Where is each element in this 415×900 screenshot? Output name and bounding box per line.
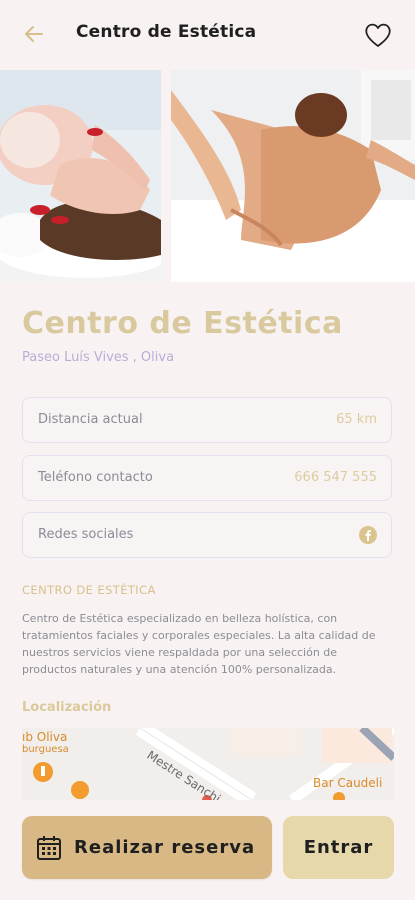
facial-treatment-photo[interactable] [0, 70, 161, 282]
map-place-caudeli: Bar Caudeli [313, 776, 383, 790]
social-label: Redes sociales [38, 527, 134, 542]
location-map[interactable]: ıb Oliva burguesa Mestre Sanchi Bar Caud… [22, 728, 394, 800]
center-address: Paseo Luís Vives , Oliva [22, 350, 175, 365]
reserve-button-label: Realizar reserva [74, 837, 256, 858]
map-place-oliva-sub: burguesa [22, 744, 69, 755]
about-text: Centro de Estética especializado en bell… [22, 612, 376, 676]
center-name: Centro de Estética [22, 306, 343, 341]
phone-card[interactable]: Teléfono contacto 666 547 555 [22, 455, 392, 501]
app-header: Centro de Estética [0, 0, 415, 70]
back-arrow-icon[interactable] [22, 22, 46, 46]
about-heading: CENTRO DE ESTÉTICA [22, 583, 156, 597]
massage-photo[interactable] [171, 70, 415, 282]
distance-label: Distancia actual [38, 412, 143, 427]
calendar-icon [37, 835, 61, 860]
photo-gallery[interactable] [0, 70, 415, 282]
header-title: Centro de Estética [76, 22, 257, 42]
social-card: Redes sociales [22, 512, 392, 558]
facebook-icon[interactable] [359, 526, 377, 544]
enter-button-label: Entrar [303, 837, 374, 858]
map-place-oliva: ıb Oliva [22, 730, 68, 744]
location-heading: Localización [22, 700, 112, 715]
distance-card: Distancia actual 65 km [22, 397, 392, 443]
distance-value: 65 km [336, 412, 377, 427]
phone-value[interactable]: 666 547 555 [294, 470, 377, 485]
enter-button[interactable]: Entrar [283, 816, 394, 879]
phone-label: Teléfono contacto [38, 470, 153, 485]
reserve-button[interactable]: Realizar reserva [22, 816, 272, 879]
favorite-heart-icon[interactable] [363, 20, 393, 50]
